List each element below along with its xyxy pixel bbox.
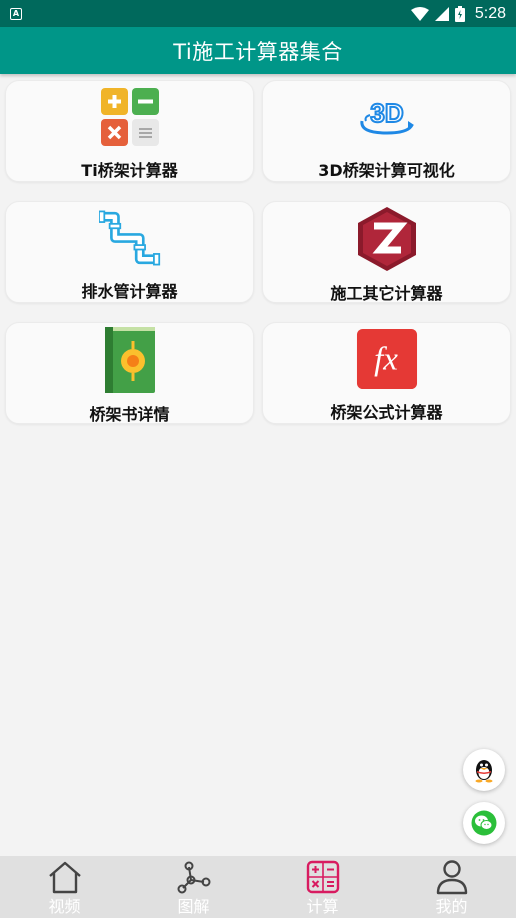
wechat-button[interactable] bbox=[463, 802, 505, 844]
svg-text:3D: 3D bbox=[370, 98, 403, 128]
z-logo-icon bbox=[356, 206, 418, 272]
person-icon bbox=[436, 860, 467, 895]
qq-penguin-icon bbox=[475, 760, 493, 783]
card-label: 施工其它计算器 bbox=[330, 284, 443, 303]
bottom-navigation: 视频 图解 计算 我的 bbox=[0, 856, 516, 918]
card-label: 桥架书详情 bbox=[89, 405, 170, 424]
card-label: 排水管计算器 bbox=[81, 282, 178, 301]
nav-label: 计算 bbox=[306, 897, 339, 916]
status-bar: A 5:28 bbox=[0, 0, 516, 27]
nav-item-mine[interactable]: 我的 bbox=[387, 856, 516, 918]
graph-nodes-icon bbox=[177, 861, 210, 894]
nav-label: 视频 bbox=[48, 897, 81, 916]
app-bar: Ti施工计算器集合 bbox=[0, 27, 516, 74]
clock: 5:28 bbox=[474, 4, 506, 22]
card-formula-calculator[interactable]: fx 桥架公式计算器 bbox=[262, 322, 511, 424]
card-tray-book-details[interactable]: 桥架书详情 bbox=[5, 322, 254, 424]
nav-label: 图解 bbox=[177, 897, 210, 916]
card-label: 3D桥架计算可视化 bbox=[318, 161, 455, 180]
fx-icon: fx bbox=[356, 327, 418, 391]
calculator-grid: Ti桥架计算器 3D 3D桥架计算可视化 排水管计算器 施工其它计算器 桥架书详… bbox=[5, 80, 511, 424]
page-title: Ti施工计算器集合 bbox=[173, 39, 343, 64]
card-label: Ti桥架计算器 bbox=[81, 161, 178, 180]
card-label: 桥架公式计算器 bbox=[330, 403, 443, 422]
signal-icon bbox=[434, 6, 449, 21]
notification-icon: A bbox=[10, 7, 22, 20]
battery-icon bbox=[454, 5, 465, 22]
pipe-icon bbox=[98, 206, 161, 270]
wechat-icon bbox=[471, 810, 497, 836]
calculator-icon bbox=[306, 860, 339, 894]
calculator-icon bbox=[99, 85, 161, 149]
nav-item-calculate[interactable]: 计算 bbox=[258, 856, 387, 918]
nav-item-diagram[interactable]: 图解 bbox=[129, 856, 258, 918]
home-icon bbox=[48, 861, 81, 894]
3d-icon: 3D bbox=[356, 85, 418, 149]
svg-text:fx: fx bbox=[374, 342, 398, 378]
book-icon bbox=[99, 327, 161, 393]
card-3d-visualization[interactable]: 3D 3D桥架计算可视化 bbox=[262, 80, 511, 182]
nav-item-video[interactable]: 视频 bbox=[0, 856, 129, 918]
qq-button[interactable] bbox=[463, 749, 505, 791]
card-drain-pipe-calculator[interactable]: 排水管计算器 bbox=[5, 201, 254, 303]
card-ti-tray-calculator[interactable]: Ti桥架计算器 bbox=[5, 80, 254, 182]
nav-label: 我的 bbox=[435, 897, 468, 916]
card-other-construction-calculator[interactable]: 施工其它计算器 bbox=[262, 201, 511, 303]
wifi-icon bbox=[410, 6, 429, 21]
